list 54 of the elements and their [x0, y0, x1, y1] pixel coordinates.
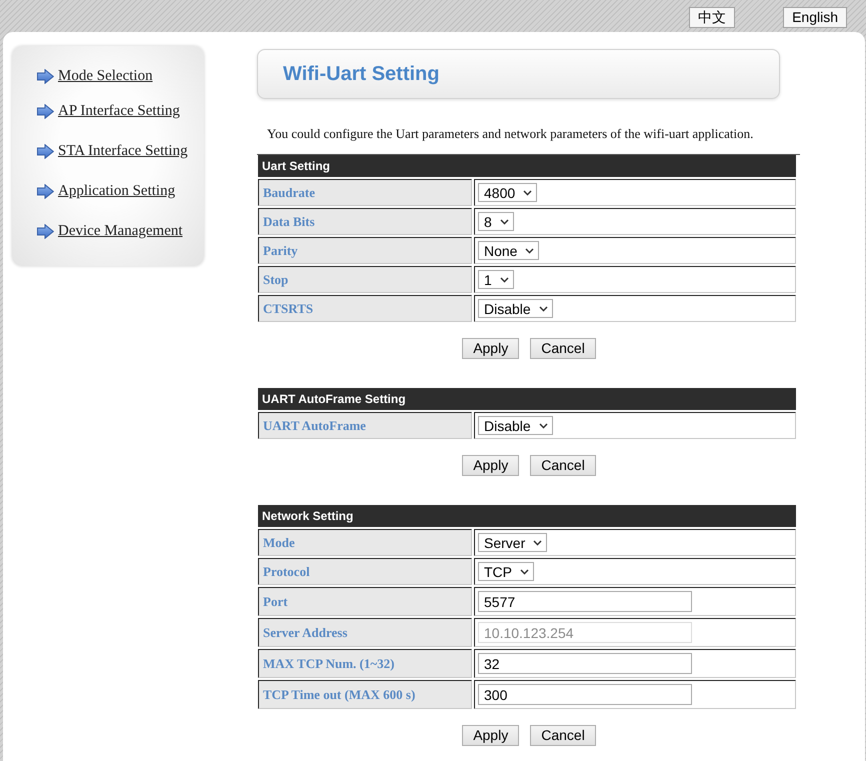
field-label: Stop: [258, 266, 472, 293]
sidebar-link[interactable]: Device Management: [37, 222, 183, 240]
dropdown[interactable]: 4800: [478, 183, 538, 202]
dropdown[interactable]: Disable: [478, 299, 553, 318]
dropdown[interactable]: TCP: [478, 562, 534, 581]
section-header: Network Setting: [258, 505, 796, 527]
caret-icon: [538, 306, 548, 312]
section-header: Uart Setting: [258, 155, 796, 177]
text-field[interactable]: 5577: [478, 591, 692, 612]
language-button[interactable]: English: [783, 7, 847, 28]
sidebar-link[interactable]: AP Interface Setting: [37, 102, 180, 120]
arrow-icon: [37, 104, 54, 118]
dropdown[interactable]: 8: [478, 212, 514, 231]
field-label: Server Address: [258, 618, 472, 647]
language-button[interactable]: 中文: [689, 7, 736, 28]
form-button[interactable]: Apply: [462, 725, 520, 746]
caret-icon: [538, 422, 548, 428]
form-button[interactable]: Cancel: [530, 725, 596, 746]
arrow-icon: [37, 144, 54, 158]
caret-icon: [523, 190, 532, 196]
field-label: CTSRTS: [258, 295, 472, 322]
field-label: Parity: [258, 237, 472, 264]
caret-icon: [500, 218, 509, 224]
text-field[interactable]: 32: [478, 653, 692, 674]
page-title: Wifi-Uart Setting: [283, 62, 440, 86]
arrow-icon: [37, 68, 54, 84]
sidebar-link[interactable]: STA Interface Setting: [37, 142, 188, 160]
caret-icon: [525, 248, 534, 254]
form-button[interactable]: Cancel: [530, 338, 596, 359]
dropdown[interactable]: None: [478, 241, 540, 260]
field-label: Protocol: [258, 558, 472, 585]
description-text: You could configure the Uart parameters and network parameters of the wifi-uart application.: [267, 126, 754, 142]
caret-icon: [500, 276, 509, 282]
form-button[interactable]: Cancel: [530, 455, 596, 476]
field-label: UART AutoFrame: [258, 412, 472, 439]
field-label: Baudrate: [258, 179, 472, 206]
field-label: Port: [258, 587, 472, 616]
dropdown[interactable]: 1: [478, 270, 514, 289]
field-label: TCP Time out (MAX 600 s): [258, 680, 472, 709]
field-label: MAX TCP Num. (1~32): [258, 649, 472, 678]
section-header: UART AutoFrame Setting: [258, 388, 796, 410]
arrow-icon: [37, 224, 54, 238]
dropdown[interactable]: Server: [478, 533, 548, 552]
form-button[interactable]: Apply: [462, 455, 520, 476]
field-label: Mode: [258, 529, 472, 556]
dropdown[interactable]: Disable: [478, 416, 553, 435]
sidebar-link[interactable]: Application Setting: [37, 182, 176, 200]
sidebar-link[interactable]: Mode Selection: [37, 67, 153, 85]
text-field[interactable]: 300: [478, 684, 692, 705]
caret-icon: [533, 540, 542, 546]
field-label: Data Bits: [258, 208, 472, 235]
arrow-icon: [37, 184, 54, 198]
caret-icon: [520, 568, 529, 574]
form-button[interactable]: Apply: [462, 338, 520, 359]
